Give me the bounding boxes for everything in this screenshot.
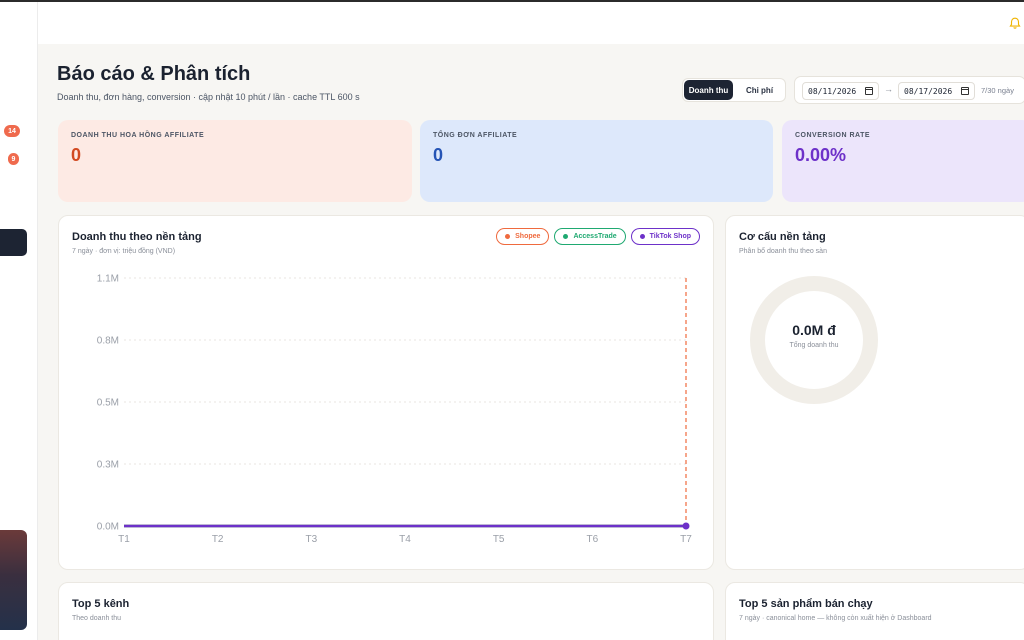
- top-bar: [38, 2, 1024, 44]
- sidebar-badge-count: 14: [4, 125, 20, 137]
- bell-icon[interactable]: [1008, 16, 1022, 30]
- sidebar-item-active[interactable]: [0, 229, 27, 256]
- kpi-label: TỔNG ĐƠN AFFILIATE: [433, 132, 518, 139]
- kpi-value: 0: [433, 145, 444, 165]
- card-title: Top 5 kênh: [72, 598, 130, 610]
- donut-total-label: Tổng doanh thu: [789, 342, 839, 349]
- sidebar-promo-card[interactable]: [0, 530, 27, 630]
- donut-total-value: 0.0M đ: [792, 322, 836, 338]
- revenue-by-platform-card: Doanh thu theo nền tảng 7 ngày · đơn vị:…: [58, 215, 714, 570]
- page-subtitle: Doanh thu, đơn hàng, conversion · cập nh…: [57, 92, 360, 102]
- date-separator: →: [884, 84, 893, 94]
- date-from-value: 08/11/2026: [808, 86, 857, 96]
- kpi-card-commission: DOANH THU HOA HỒNG AFFILIATE 0: [58, 120, 412, 202]
- kpi-label: DOANH THU HOA HỒNG AFFILIATE: [71, 132, 205, 139]
- card-subtitle: Phân bổ doanh thu theo sàn: [739, 248, 827, 255]
- tab-revenue[interactable]: Doanh thu: [684, 80, 733, 100]
- y-tick-label: 0.5M: [97, 398, 119, 409]
- page-title: Báo cáo & Phân tích: [57, 63, 251, 85]
- sidebar: 14 9: [0, 2, 38, 640]
- y-tick-label: 0.0M: [97, 522, 119, 533]
- date-from-input[interactable]: 08/11/2026: [802, 82, 879, 100]
- y-tick-label: 1.1M: [97, 274, 119, 285]
- platform-mix-card: Cơ cấu nền tảng Phân bổ doanh thu theo s…: [725, 215, 1024, 570]
- card-subtitle: 7 ngày · canonical home — không còn xuất…: [739, 615, 932, 622]
- date-to-input[interactable]: 08/17/2026: [898, 82, 975, 100]
- sidebar-badge-count: 9: [8, 153, 19, 165]
- kpi-card-orders: TỔNG ĐƠN AFFILIATE 0: [420, 120, 773, 202]
- kpi-value: 0.00%: [795, 145, 847, 165]
- card-subtitle: Theo doanh thu: [72, 615, 122, 622]
- x-tick-label: T3: [305, 534, 317, 545]
- y-tick-label: 0.3M: [97, 460, 119, 471]
- revenue-line-chart: 0.0M 0.3M 0.5M 0.8M 1.1M T1 T2 T3 T4 T5 T6 T7: [97, 274, 693, 546]
- top-products-card: Top 5 sản phẩm bán chạy 7 ngày · canonic…: [725, 582, 1024, 640]
- platform-donut-chart: [750, 276, 878, 404]
- x-tick-label: T7: [680, 534, 692, 545]
- x-tick-label: T4: [399, 534, 411, 545]
- tab-costs[interactable]: Chi phí: [735, 80, 784, 100]
- kpi-card-conversion: CONVERSION RATE 0.00%: [782, 120, 1024, 202]
- card-title: Top 5 sản phẩm bán chạy: [739, 598, 873, 610]
- card-title: Cơ cấu nền tảng: [739, 231, 826, 243]
- x-tick-label: T5: [493, 534, 505, 545]
- kpi-label: CONVERSION RATE: [795, 132, 871, 139]
- top-channels-card: Top 5 kênh Theo doanh thu: [58, 582, 714, 640]
- data-point-highlight: [682, 522, 690, 530]
- x-tick-label: T1: [118, 534, 130, 545]
- date-range-picker: 08/11/2026 → 08/17/2026 7/30 ngày: [794, 76, 1024, 104]
- range-hint: 7/30 ngày: [981, 86, 1014, 95]
- y-tick-label: 0.8M: [97, 336, 119, 347]
- date-to-value: 08/17/2026: [904, 86, 953, 96]
- calendar-icon[interactable]: [961, 87, 969, 95]
- x-tick-label: T6: [586, 534, 598, 545]
- x-tick-label: T2: [212, 534, 224, 545]
- calendar-icon[interactable]: [865, 87, 873, 95]
- report-type-toggle: Doanh thu Chi phí: [682, 78, 786, 102]
- kpi-value: 0: [71, 145, 82, 165]
